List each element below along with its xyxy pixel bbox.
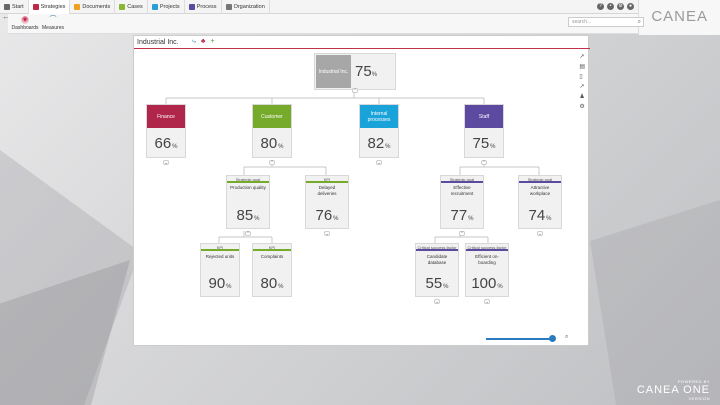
powered-by-footer: POWERED BY CANEA ONE VERSION [636, 379, 710, 401]
kpi-complaints[interactable]: KPI Complaints 80% [252, 243, 292, 297]
perspective-customer[interactable]: Customer 80% ⌃ [252, 104, 292, 166]
expand-icon[interactable]: ⌄ [376, 160, 382, 166]
tab-process[interactable]: Process [185, 0, 222, 14]
collapse-icon[interactable]: ⌃ [245, 231, 251, 237]
expand-icon[interactable]: ⌄ [324, 231, 330, 237]
measures-button[interactable]: ⌒ Measures [38, 15, 68, 33]
cases-icon [119, 3, 126, 10]
zoom-icon[interactable]: ⌕ [565, 334, 568, 341]
strategies-icon [32, 3, 39, 10]
expand-icon[interactable]: ⌄ [434, 299, 440, 305]
status-bar [253, 249, 291, 251]
projects-icon [151, 3, 158, 10]
tab-cases[interactable]: Cases [115, 0, 148, 14]
root-node[interactable]: Industrial Inc. 75% ⌃ [314, 53, 396, 94]
home-icon [4, 3, 10, 10]
user-icon[interactable]: ● [627, 3, 634, 10]
goal-effective-recruitment[interactable]: Strategic goal Effective recruitment 77%… [440, 175, 484, 237]
collapse-icon[interactable]: ⌃ [481, 160, 487, 166]
goal-production-quality[interactable]: Strategic goal Production quality 85% ⌃ [226, 175, 270, 237]
expand-icon[interactable]: ⌄ [163, 160, 169, 166]
status-bar [416, 249, 458, 251]
root-value: 75% [355, 63, 378, 80]
zoom-slider-track[interactable] [486, 338, 552, 340]
chat-icon[interactable]: • [607, 3, 614, 10]
brand-logo: CANEA [651, 8, 708, 25]
zoom-slider-handle[interactable] [549, 335, 556, 342]
collapse-icon[interactable]: ⌃ [269, 160, 275, 166]
status-bar [441, 181, 483, 183]
goal-attractive-workplace[interactable]: Strategic goal Attractive workplace 74% … [518, 175, 562, 237]
csf-efficient-onboarding[interactable]: Critical success factor Efficient on-boa… [465, 243, 509, 305]
status-bar [519, 181, 561, 183]
search-input[interactable]: search... ⌕ [568, 17, 644, 27]
tab-projects[interactable]: Projects [148, 0, 185, 14]
perspective-internal-processes[interactable]: Internal processes 82% ⌄ [359, 104, 399, 166]
status-bar [201, 249, 239, 251]
search-icon[interactable]: ⌕ [638, 18, 641, 26]
tab-documents[interactable]: Documents [70, 0, 116, 14]
measures-icon: ⌒ [49, 16, 57, 23]
expand-icon[interactable]: ⌄ [537, 231, 543, 237]
background-facet [590, 200, 720, 405]
organization-icon [225, 3, 232, 10]
settings-icon[interactable]: ⚙ [617, 3, 624, 10]
documents-icon [74, 3, 81, 10]
toolbar: ◉ Dashboards ⌒ Measures search... ⌕ [8, 14, 644, 34]
status-bar [466, 249, 508, 251]
dashboard-icon: ◉ [21, 16, 29, 24]
expand-icon[interactable]: ⌄ [484, 299, 490, 305]
tab-strategies[interactable]: Strategies [28, 0, 71, 14]
brand-area: CANEA [638, 0, 720, 35]
root-title: Industrial Inc. [316, 55, 351, 88]
collapse-icon[interactable]: ⌃ [459, 231, 465, 237]
tab-organization[interactable]: Organization [222, 0, 270, 14]
perspective-staff[interactable]: Staff 75% ⌃ [464, 104, 504, 166]
status-bar [227, 181, 269, 183]
collapse-icon[interactable]: ⌃ [352, 88, 358, 94]
status-bar [306, 181, 348, 183]
kpi-rejected-units[interactable]: KPI Rejected units 90% [200, 243, 240, 297]
kpi-delayed-deliveries[interactable]: KPI Delayed deliveries 76% ⌄ [305, 175, 349, 237]
dashboards-button[interactable]: ◉ Dashboards [10, 15, 40, 33]
strategy-map-panel: Industrial Inc. ⤷ ♣ + ↗ ▤ ▯ ↗ ♟ ⚙ Indust… [133, 35, 590, 346]
csf-candidate-database[interactable]: Critical success factor Candidate databa… [415, 243, 459, 305]
help-icon[interactable]: ? [597, 3, 604, 10]
perspective-finance[interactable]: Finance 66% ⌄ [146, 104, 186, 166]
process-icon [188, 3, 195, 10]
